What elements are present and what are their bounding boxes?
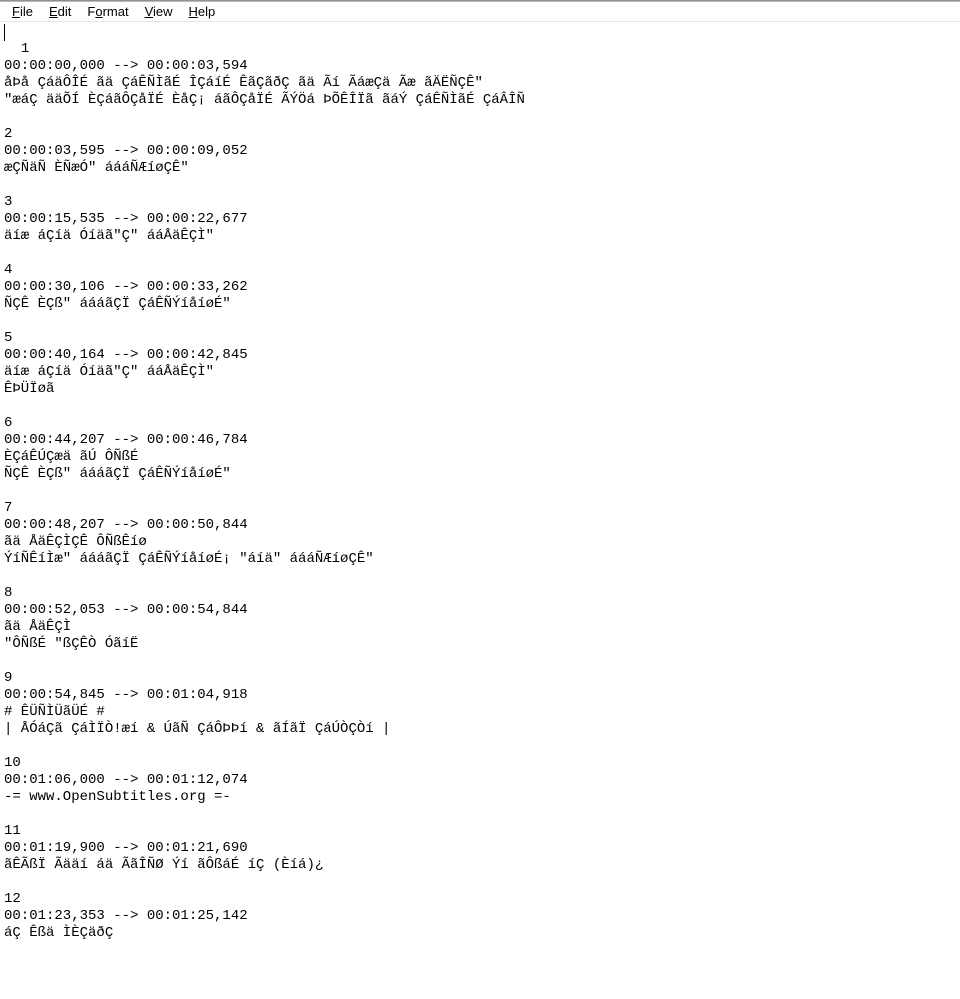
menu-format[interactable]: Format <box>79 2 136 21</box>
menu-view-post: iew <box>153 4 173 19</box>
text-caret <box>4 24 5 41</box>
menu-edit[interactable]: Edit <box>41 2 79 21</box>
menu-bar: File Edit Format View Help <box>0 2 960 22</box>
menu-view-accel: V <box>145 4 153 19</box>
menu-help[interactable]: Help <box>181 2 224 21</box>
text-editor-area[interactable]: 1 00:00:00,000 --> 00:00:03,594 åÞå ÇáäÔ… <box>0 22 960 999</box>
menu-format-accel: o <box>95 4 102 19</box>
menu-file-post: ile <box>20 4 33 19</box>
menu-file-accel: F <box>12 4 20 19</box>
menu-edit-accel: E <box>49 4 58 19</box>
menu-help-post: elp <box>198 4 215 19</box>
menu-format-post: rmat <box>103 4 129 19</box>
menu-edit-post: dit <box>58 4 72 19</box>
editor-text: 1 00:00:00,000 --> 00:00:03,594 åÞå ÇáäÔ… <box>4 41 525 941</box>
menu-view[interactable]: View <box>137 2 181 21</box>
menu-help-accel: H <box>189 4 198 19</box>
menu-file[interactable]: File <box>4 2 41 21</box>
